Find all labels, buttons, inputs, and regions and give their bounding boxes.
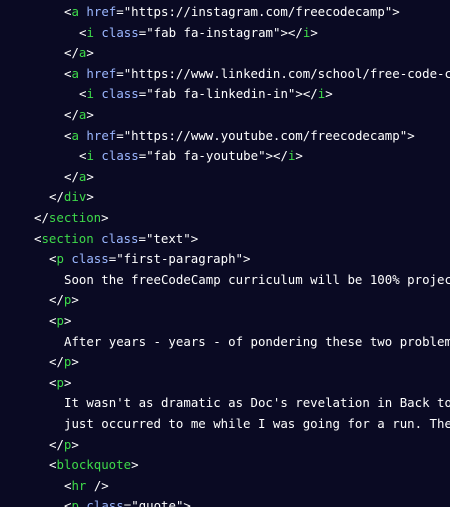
code-punctuation-token: >: [325, 86, 333, 102]
code-text-token: After years - years - of pondering these…: [64, 333, 450, 349]
code-string-token: "fab fa-instagram": [146, 24, 281, 40]
code-tag-token: i: [86, 24, 94, 40]
code-punctuation-token: =: [116, 65, 124, 81]
code-punctuation-token: </: [49, 436, 64, 452]
code-attribute-token: href: [86, 4, 117, 19]
code-punctuation-token: >: [71, 354, 79, 370]
code-line[interactable]: just occurred to me while I was going fo…: [0, 414, 450, 435]
code-attribute-token: href: [86, 127, 117, 143]
code-punctuation-token: =: [116, 4, 124, 19]
code-punctuation-token: >: [183, 498, 191, 507]
code-line[interactable]: </a>: [0, 167, 450, 188]
code-line[interactable]: <a href="https://www.youtube.com/freecod…: [0, 126, 450, 147]
code-punctuation-token: =: [116, 127, 124, 143]
code-attribute-token: class: [101, 86, 139, 102]
code-tag-token: div: [63, 189, 87, 205]
code-punctuation-token: >: [63, 313, 72, 328]
code-line[interactable]: <p class="quote">: [0, 496, 450, 507]
code-punctuation-token: >: [131, 457, 139, 473]
code-line[interactable]: </p>: [0, 435, 450, 456]
code-tag-token: p: [56, 313, 64, 328]
code-line[interactable]: Soon the freeCodeCamp curriculum will be…: [0, 270, 450, 291]
code-punctuation-token: =: [138, 230, 146, 246]
code-tag-token: i: [86, 148, 94, 164]
code-text-token: just occurred to me while I was going fo…: [64, 416, 450, 431]
code-punctuation-token: >: [392, 4, 400, 19]
code-punctuation-token: >: [101, 210, 109, 225]
code-string-token: "https://www.youtube.com/freecodecamp": [123, 127, 408, 143]
code-punctuation-token: >: [63, 374, 72, 390]
code-punctuation-token: </: [64, 45, 79, 61]
code-string-token: "https://instagram.com/freecodecamp": [123, 4, 393, 19]
code-punctuation-token: >: [86, 107, 94, 122]
code-punctuation-token: </: [49, 292, 64, 308]
code-punctuation-token: >: [86, 189, 94, 205]
code-tag-token: hr: [71, 477, 87, 493]
code-punctuation-token: >: [190, 230, 199, 246]
code-line[interactable]: <a href="https://www.linkedin.com/school…: [0, 64, 450, 85]
code-punctuation-token: </: [64, 168, 79, 184]
code-line[interactable]: <a href="https://instagram.com/freecodec…: [0, 2, 450, 23]
code-punctuation-token: >: [295, 148, 303, 164]
code-string-token: "fab fa-linkedin-in": [146, 86, 296, 102]
code-attribute-token: class: [101, 24, 139, 40]
code-line[interactable]: <i class="fab fa-linkedin-in"></i>: [0, 84, 450, 105]
code-tag-token: a: [71, 4, 79, 19]
code-tag-token: a: [71, 65, 79, 81]
code-line[interactable]: </a>: [0, 43, 450, 64]
code-punctuation-token: />: [86, 477, 109, 493]
code-string-token: "quote": [131, 498, 184, 507]
code-tag-token: section: [48, 210, 102, 225]
code-tag-token: p: [71, 498, 79, 507]
code-string-token: "fab fa-youtube": [146, 148, 266, 164]
code-string-token: "https://www.linkedin.com/school/free-co…: [123, 65, 450, 81]
code-punctuation-token: ></: [280, 24, 303, 40]
code-line[interactable]: <i class="fab fa-instagram"></i>: [0, 23, 450, 44]
code-punctuation-token: ></: [295, 86, 318, 102]
code-attribute-token: class: [101, 230, 139, 246]
code-punctuation-token: </: [49, 354, 64, 370]
code-tag-token: p: [56, 251, 64, 267]
code-punctuation-token: </: [64, 107, 79, 122]
code-punctuation-token: >: [243, 251, 251, 267]
code-line[interactable]: </p>: [0, 290, 450, 311]
code-punctuation-token: >: [310, 24, 318, 40]
code-line[interactable]: <p class="first-paragraph">: [0, 249, 450, 270]
code-tag-token: a: [71, 127, 79, 143]
code-line[interactable]: </div>: [0, 187, 450, 208]
code-punctuation-token: ></: [265, 148, 288, 164]
code-punctuation-token: >: [407, 127, 415, 143]
code-string-token: "first-paragraph": [116, 251, 244, 267]
code-line[interactable]: </p>: [0, 352, 450, 373]
code-punctuation-token: </: [34, 210, 49, 225]
code-attribute-token: class: [71, 251, 109, 267]
code-line[interactable]: <blockquote>: [0, 455, 450, 476]
code-attribute-token: href: [86, 65, 117, 81]
code-tag-token: section: [41, 230, 94, 246]
code-tag-token: p: [56, 374, 64, 390]
code-line[interactable]: After years - years - of pondering these…: [0, 332, 450, 353]
code-tag-token: blockquote: [56, 457, 132, 473]
code-line[interactable]: </section>: [0, 208, 450, 229]
code-line[interactable]: It wasn't as dramatic as Doc's revelatio…: [0, 393, 450, 414]
code-line[interactable]: <hr />: [0, 476, 450, 497]
code-punctuation-token: >: [71, 292, 79, 308]
code-line[interactable]: <p>: [0, 311, 450, 332]
code-text-token: Soon the freeCodeCamp curriculum will be…: [64, 271, 450, 287]
code-attribute-token: class: [86, 498, 124, 507]
code-punctuation-token: </: [49, 189, 64, 205]
code-editor[interactable]: <a href="https://instagram.com/freecodec…: [0, 0, 450, 507]
code-tag-token: i: [86, 86, 94, 102]
code-line[interactable]: <section class="text">: [0, 229, 450, 250]
code-line[interactable]: <p>: [0, 373, 450, 394]
code-string-token: "text": [145, 230, 191, 246]
code-attribute-token: class: [101, 148, 139, 164]
code-line[interactable]: </a>: [0, 105, 450, 126]
code-punctuation-token: >: [71, 436, 79, 452]
code-text-token: It wasn't as dramatic as Doc's revelatio…: [64, 395, 450, 411]
code-punctuation-token: >: [86, 168, 94, 184]
code-punctuation-token: >: [86, 45, 94, 61]
code-line[interactable]: <i class="fab fa-youtube"></i>: [0, 146, 450, 167]
